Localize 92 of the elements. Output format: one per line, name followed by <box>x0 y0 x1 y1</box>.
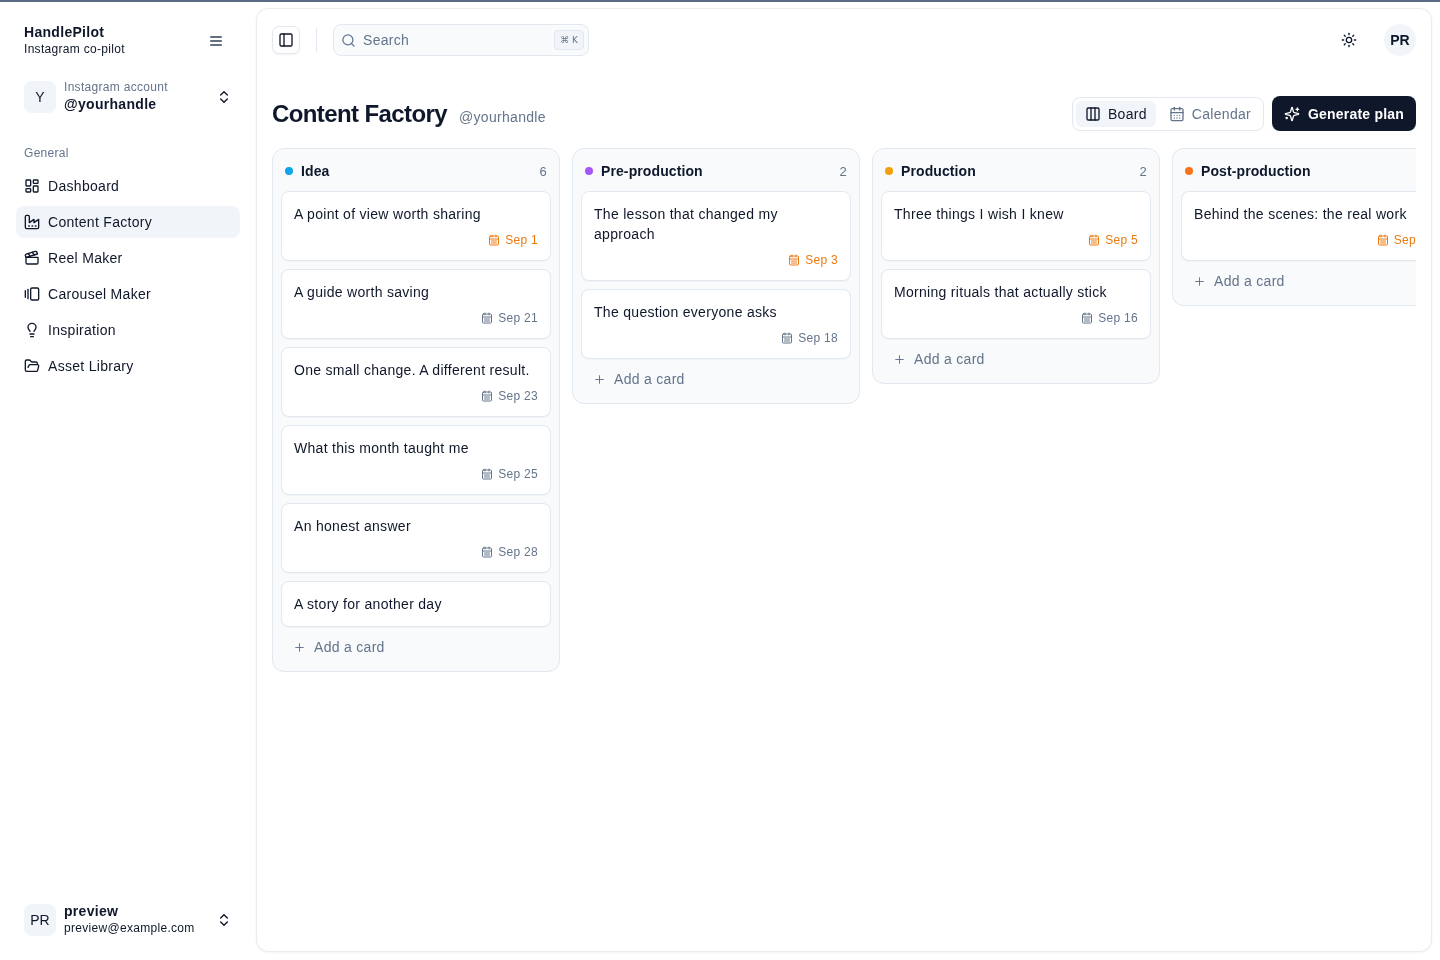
generate-plan-button[interactable]: Generate plan <box>1272 96 1416 131</box>
lightbulb-icon <box>24 322 40 338</box>
calendar-icon <box>481 312 494 324</box>
card-title: Three things I wish I knew <box>894 205 1064 224</box>
dashboard-grid-icon <box>24 178 40 194</box>
content-card[interactable]: A guide worth saving Sep 21 <box>281 269 551 339</box>
due-date: Sep 18 <box>798 330 838 346</box>
card-title: What this month taught me <box>294 439 469 458</box>
folder-icon <box>24 358 40 374</box>
user-email: preview@example.com <box>64 920 195 936</box>
user-avatar-button[interactable]: PR <box>1384 24 1416 56</box>
card-title: Behind the scenes: the real work <box>1194 205 1407 224</box>
column-title: Production <box>901 162 976 181</box>
carousel-icon <box>24 286 40 302</box>
calendar-icon <box>481 546 494 558</box>
due-date: Sep 21 <box>498 310 538 326</box>
content-card[interactable]: A story for another day <box>281 581 551 627</box>
due-date: Sep <box>1393 232 1416 248</box>
add-card-button[interactable]: Add a card <box>581 363 697 395</box>
factory-icon <box>24 214 40 230</box>
columns-icon <box>1084 105 1101 122</box>
column-title: Pre-production <box>601 162 703 181</box>
panel-left-icon <box>278 32 294 48</box>
account-label: Instagram account <box>64 80 168 94</box>
brand-name: HandlePilot <box>24 24 106 40</box>
sidebar-item[interactable]: Carousel Maker <box>16 278 240 310</box>
user-name: preview <box>64 903 120 919</box>
due-date: Sep 16 <box>1098 310 1138 326</box>
view-tab[interactable]: Calendar <box>1159 100 1261 127</box>
section-label: General <box>23 145 70 161</box>
calendar-icon <box>1376 234 1389 246</box>
content-card[interactable]: Behind the scenes: the real work Sep <box>1181 191 1416 261</box>
column-title: Post-production <box>1201 162 1311 181</box>
due-date: Sep 28 <box>498 544 538 560</box>
due-date: Sep 3 <box>805 252 838 268</box>
clapperboard-icon <box>24 250 40 266</box>
plus-icon <box>1193 274 1206 288</box>
calendar-icon <box>1081 312 1094 324</box>
sparkles-icon <box>1284 105 1301 122</box>
calendar-icon <box>481 390 494 402</box>
calendar-icon <box>1088 234 1101 246</box>
account-avatar: Y <box>24 81 56 113</box>
content-card[interactable]: What this month taught me Sep 25 <box>281 425 551 495</box>
due-date: Sep 23 <box>498 388 538 404</box>
plus-icon <box>893 352 906 366</box>
due-date: Sep 1 <box>505 232 538 248</box>
content-card[interactable]: Morning rituals that actually stick Sep 16 <box>881 269 1151 339</box>
view-tab[interactable]: Board <box>1075 100 1156 127</box>
content-card[interactable]: The question everyone asks Sep 18 <box>581 289 851 359</box>
calendar-icon <box>1168 105 1185 122</box>
add-card-button[interactable]: Add a card <box>281 631 397 663</box>
card-count: 2 <box>839 163 847 179</box>
plus-icon <box>593 372 606 386</box>
account-handle: @yourhandle <box>64 95 158 114</box>
sidebar-item[interactable]: Reel Maker <box>16 242 240 274</box>
card-title: An honest answer <box>294 517 411 536</box>
shortcut-hint: ⌘ K <box>554 30 584 50</box>
page-handle: @yourhandle <box>459 108 546 125</box>
calendar-icon <box>788 254 801 266</box>
content-card[interactable]: One small change. A different result. Sep 23 <box>281 347 551 417</box>
add-card-button[interactable]: Add a card <box>1181 265 1297 297</box>
column-title: Idea <box>301 162 330 181</box>
add-card-button[interactable]: Add a card <box>881 343 997 375</box>
card-title: One small change. A different result. <box>294 361 530 380</box>
page-title: Content Factory <box>272 98 447 129</box>
sidebar-item[interactable]: Dashboard <box>16 170 240 202</box>
brand-tagline: Instagram co-pilot <box>24 41 125 57</box>
search-icon <box>341 32 356 48</box>
plus-icon <box>293 640 306 654</box>
sidebar-toggle-button[interactable] <box>272 26 300 54</box>
content-card[interactable]: An honest answer Sep 28 <box>281 503 551 573</box>
card-title: A guide worth saving <box>294 283 430 302</box>
card-title: Morning rituals that actually stick <box>894 283 1107 302</box>
sidebar-item[interactable]: Inspiration <box>16 314 240 346</box>
card-count: 2 <box>1139 163 1147 179</box>
card-title: A story for another day <box>294 595 442 614</box>
sidebar-item[interactable]: Content Factory <box>16 206 240 238</box>
content-card[interactable]: The lesson that changed my approach Sep 3 <box>581 191 851 281</box>
calendar-icon <box>481 468 494 480</box>
user-avatar: PR <box>24 903 56 936</box>
card-count: 6 <box>539 163 547 179</box>
card-title: The lesson that changed my approach <box>594 205 779 244</box>
card-title: A point of view worth sharing <box>294 205 481 224</box>
card-title: The question everyone asks <box>594 303 777 322</box>
sidebar-item[interactable]: Asset Library <box>16 350 240 382</box>
content-card[interactable]: Three things I wish I knew Sep 5 <box>881 191 1151 261</box>
calendar-icon <box>781 332 794 344</box>
content-card[interactable]: A point of view worth sharing Sep 1 <box>281 191 551 261</box>
sun-icon[interactable] <box>1341 32 1357 48</box>
due-date: Sep 5 <box>1105 232 1138 248</box>
due-date: Sep 25 <box>498 466 538 482</box>
calendar-icon <box>488 234 501 246</box>
